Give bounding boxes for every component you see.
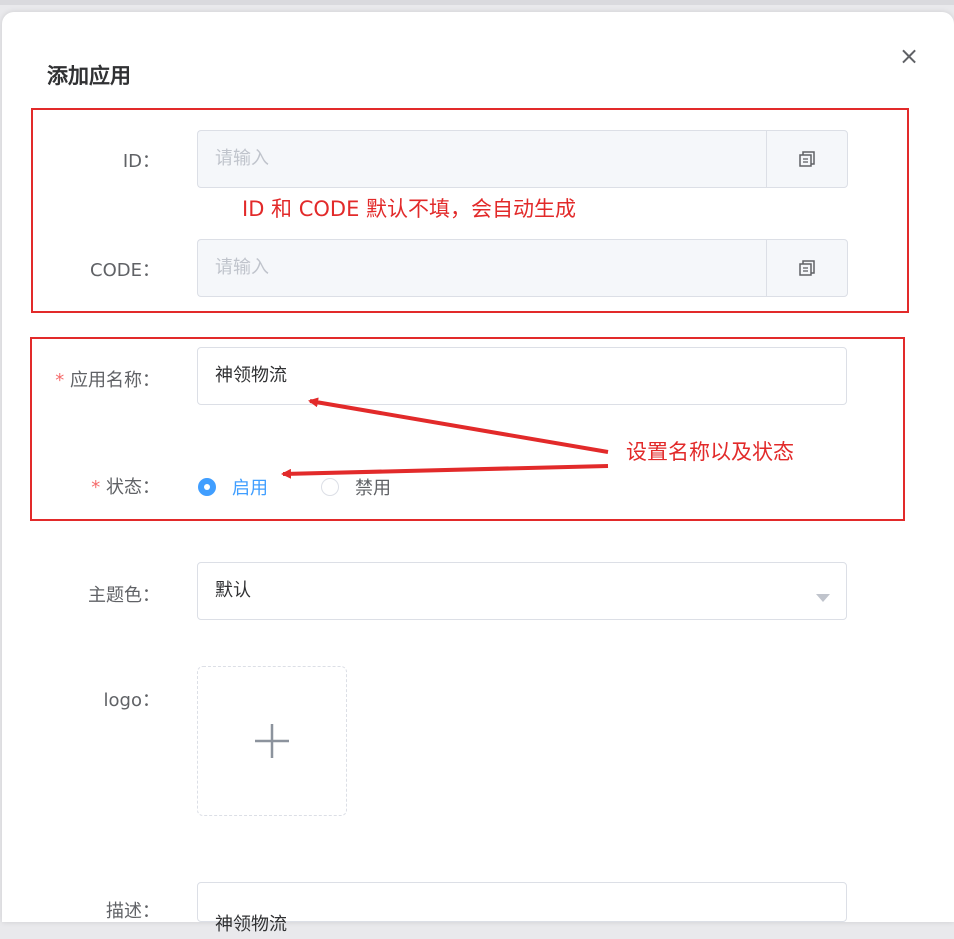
arrow-to-app-name (308, 397, 609, 454)
annotation-arrows (281, 397, 609, 479)
arrow-to-status (281, 464, 609, 479)
description-value: 神领物流 (215, 914, 287, 935)
